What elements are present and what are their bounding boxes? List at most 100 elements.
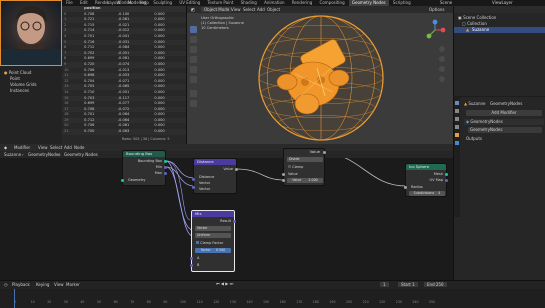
jump-start-icon[interactable]: ⏮: [216, 281, 220, 286]
output-socket[interactable]: [164, 172, 167, 175]
breadcrumb-object[interactable]: Suzanne: [4, 151, 21, 158]
dataset-volume-grids[interactable]: Volume Grids: [10, 82, 37, 87]
perspective-toggle-icon[interactable]: [439, 76, 445, 82]
mix-node[interactable]: Mix Result Vector Uniform Clamp Factor F…: [190, 210, 236, 272]
mode-selector[interactable]: Object Mode: [201, 7, 233, 12]
timeline[interactable]: ◷ Playback Keying View Marker ⏮ ◀ ▶ ⏭ 1 …: [0, 280, 545, 308]
render-tab-icon[interactable]: [455, 109, 459, 113]
node-menu-add[interactable]: Add: [64, 144, 72, 151]
start-frame-field[interactable]: Start 1: [398, 282, 418, 287]
output-socket[interactable]: [164, 166, 167, 169]
divide-value-field[interactable]: Value 2.000: [287, 178, 323, 183]
timeline-menu-marker[interactable]: Marker: [66, 282, 80, 287]
node-menu-modifier[interactable]: Modifier: [14, 144, 30, 151]
playhead[interactable]: [14, 289, 15, 308]
timeline-track[interactable]: 0 10 20 30 40 50 60 70 80 90 100 110 120 130 140 150 160…: [0, 289, 545, 308]
scale-tool-icon[interactable]: [190, 66, 197, 73]
input-socket[interactable]: [190, 257, 193, 260]
current-frame-field[interactable]: 1: [380, 282, 389, 287]
input-socket[interactable]: [282, 179, 285, 182]
outliner-scene-collection[interactable]: ▣ Scene Collection: [458, 15, 496, 20]
input-socket[interactable]: [282, 173, 285, 176]
editor-type-icon[interactable]: ◆: [4, 144, 7, 151]
distance-node[interactable]: Distance Value Distance Vector Vector: [192, 158, 238, 194]
dataset-instances[interactable]: Instances: [10, 88, 29, 93]
node-menu-select[interactable]: Select: [50, 144, 62, 151]
bounding-box-node[interactable]: Bounding Box Bounding Box Min Max Geomet…: [121, 150, 167, 186]
annotate-tool-icon[interactable]: [190, 90, 197, 97]
end-frame-field[interactable]: End 250: [424, 282, 447, 287]
frame-tick-label: 40: [80, 300, 85, 304]
rotate-tool-icon[interactable]: [190, 56, 197, 63]
clamp-factor-checkbox[interactable]: Clamp Factor: [196, 241, 223, 245]
outliner-item-suzanne[interactable]: ▲ Suzanne: [454, 27, 545, 33]
subdivisions-field[interactable]: Subdivisions 4: [409, 191, 445, 196]
output-socket[interactable]: [164, 160, 167, 163]
presenter-image: [1, 5, 61, 65]
math-operation-dropdown[interactable]: Divide: [287, 157, 323, 162]
output-socket[interactable]: [233, 220, 236, 223]
input-socket[interactable]: [121, 179, 124, 182]
input-socket[interactable]: [192, 178, 195, 181]
input-socket[interactable]: [190, 264, 193, 267]
mix-type-dropdown[interactable]: Vector: [195, 226, 231, 231]
pan-icon[interactable]: [439, 56, 445, 62]
editor-type-icon[interactable]: ◩: [191, 6, 195, 13]
ico-sphere-node[interactable]: Ico Sphere Mesh UV Map Radius Subdivisio…: [404, 163, 448, 197]
play-reverse-icon[interactable]: ◀: [221, 281, 224, 286]
properties-panel: ▲ Suzanne GeometryNodes Add Modifier ◆ G…: [453, 97, 545, 282]
breadcrumb-node-tree[interactable]: Geometry Nodes: [64, 151, 98, 158]
zoom-icon[interactable]: [439, 46, 445, 52]
navigation-gizmo[interactable]: [423, 18, 447, 42]
timeline-menu-keying[interactable]: Keying: [36, 282, 49, 287]
camera-view-icon[interactable]: [439, 66, 445, 72]
node-menu-view[interactable]: View: [38, 144, 48, 151]
mesh-icon: ▲: [466, 27, 470, 32]
node-group-selector[interactable]: GeometryNodes: [468, 127, 542, 133]
icosphere-wireframe[interactable]: [247, 12, 397, 146]
play-icon[interactable]: ▶: [225, 281, 228, 286]
divide-node[interactable]: Value Divide Clamp Value Value 2.000: [282, 148, 326, 186]
socket-label: Max: [154, 171, 162, 175]
outliner-item-collection[interactable]: ▢ Collection: [462, 21, 487, 26]
output-socket[interactable]: [323, 151, 326, 154]
modifier-tab-icon[interactable]: [455, 141, 459, 145]
timeline-menu-playback[interactable]: Playback: [12, 282, 30, 287]
tool-tab-icon[interactable]: [455, 101, 459, 105]
cursor-tool-icon[interactable]: [190, 36, 197, 43]
jump-end-icon[interactable]: ⏭: [230, 281, 234, 286]
select-tool-icon[interactable]: [190, 26, 197, 33]
dataset-point[interactable]: Point: [10, 76, 20, 81]
timeline-editor-icon[interactable]: ◷: [4, 282, 8, 287]
factor-field[interactable]: Factor 0.500: [195, 248, 231, 253]
node-menu-node[interactable]: Node: [74, 144, 84, 151]
scene-tab-icon[interactable]: [455, 125, 459, 129]
object-tab-icon[interactable]: [455, 133, 459, 137]
timeline-menu-view[interactable]: View: [54, 282, 64, 287]
modifier-panel-header[interactable]: ◆ GeometryNodes: [464, 119, 544, 125]
node-title: Ico Sphere: [406, 164, 446, 170]
output-socket[interactable]: [445, 179, 448, 182]
clamp-checkbox[interactable]: Clamp: [288, 165, 303, 169]
node-editor-canvas[interactable]: Bounding Box Bounding Box Min Max Geomet…: [0, 148, 453, 280]
node-editor-header: ◆ Modifier View Select Add Node: [0, 144, 453, 151]
3d-viewport[interactable]: ◩ Object Mode View Select Add Object Opt…: [187, 6, 453, 144]
move-tool-icon[interactable]: [190, 46, 197, 53]
input-socket[interactable]: [404, 186, 407, 189]
output-attributes-panel[interactable]: Outputs: [466, 136, 482, 141]
output-tab-icon[interactable]: [455, 117, 459, 121]
viewport-options[interactable]: Options: [429, 6, 444, 13]
input-socket[interactable]: [192, 186, 195, 189]
dataset-point-cloud[interactable]: ● Point Cloud: [4, 70, 31, 75]
breadcrumb-modifier[interactable]: GeometryNodes: [28, 151, 60, 158]
output-socket[interactable]: [235, 168, 238, 171]
factor-mode-dropdown[interactable]: Uniform: [195, 233, 231, 238]
collection-icon: ▢: [462, 21, 466, 26]
transform-tool-icon[interactable]: [190, 76, 197, 83]
socket-label: Mesh: [433, 172, 443, 176]
output-socket[interactable]: [445, 173, 448, 176]
measure-tool-icon[interactable]: [190, 100, 197, 107]
properties-modifier-tab: GeometryNodes: [490, 101, 523, 106]
viewport-menu-view[interactable]: View: [231, 6, 241, 13]
add-modifier-button[interactable]: Add Modifier: [466, 110, 542, 116]
